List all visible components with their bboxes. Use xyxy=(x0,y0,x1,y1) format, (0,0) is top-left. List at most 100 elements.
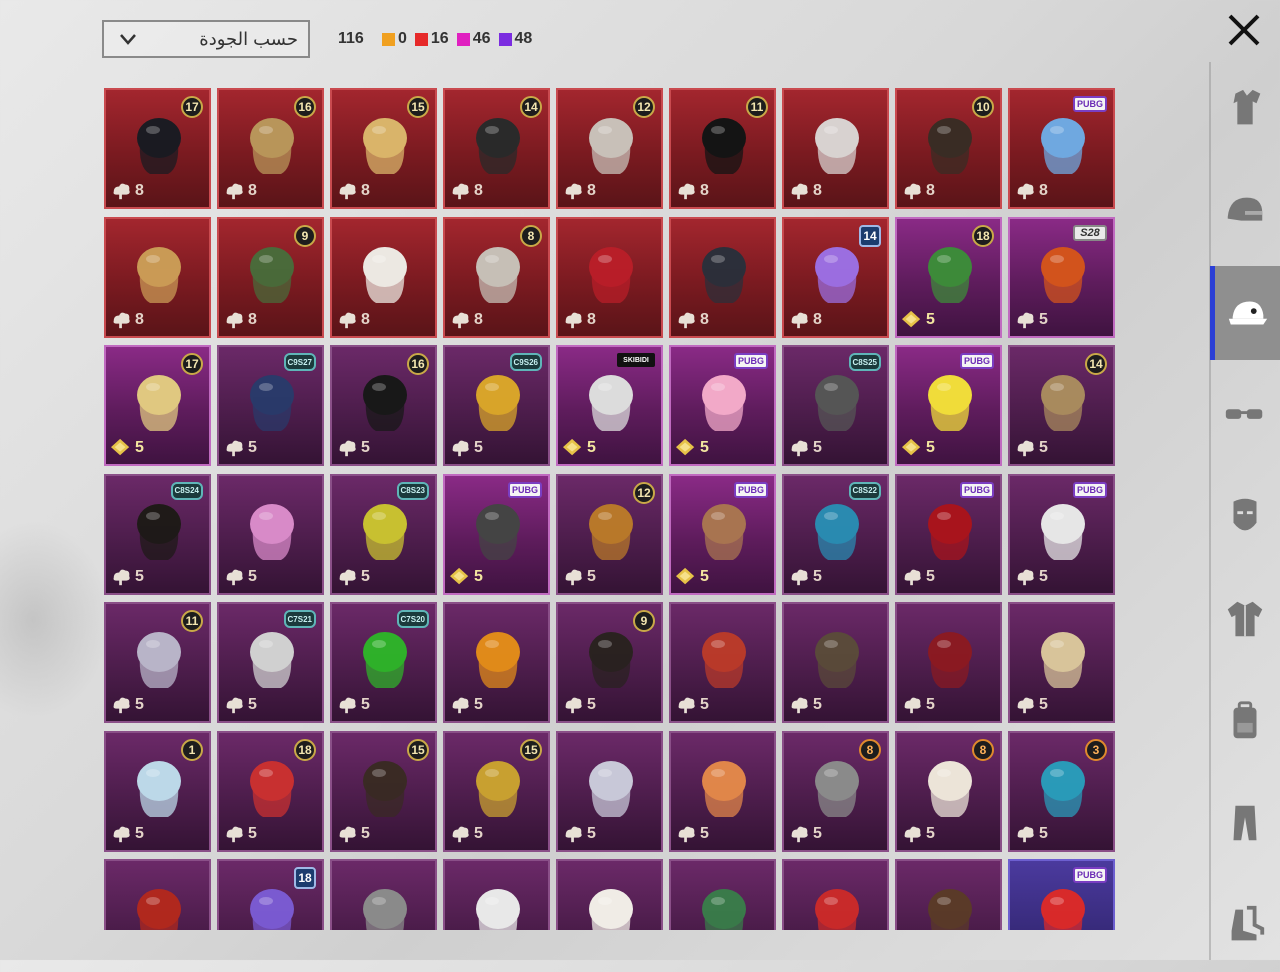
inventory-item[interactable]: 14 8 xyxy=(782,216,889,338)
inventory-item[interactable]: 5 xyxy=(782,602,889,723)
inventory-item[interactable] xyxy=(782,859,889,930)
item-cost: 5 xyxy=(788,824,822,844)
item-badge: PUBG xyxy=(1072,96,1107,112)
item-cost-value: 5 xyxy=(361,567,370,585)
item-cost-value: 5 xyxy=(587,567,596,585)
item-cost-value: 5 xyxy=(1039,310,1048,328)
inventory-item[interactable]: PUBG xyxy=(1008,859,1115,930)
inventory-item[interactable] xyxy=(104,859,211,930)
inventory-item[interactable]: 5 xyxy=(217,473,324,595)
item-thumbnail-icon xyxy=(476,503,520,560)
inventory-item[interactable]: 98 xyxy=(217,216,324,338)
inventory-item[interactable]: 12 8 xyxy=(556,88,663,209)
inventory-item[interactable]: PUBG 5 xyxy=(895,345,1002,466)
cloud-currency-icon xyxy=(1017,312,1034,328)
inventory-item[interactable] xyxy=(895,859,1002,930)
inventory-item[interactable] xyxy=(556,859,663,930)
helmet-tab[interactable] xyxy=(1210,164,1280,258)
item-thumbnail-icon xyxy=(815,375,859,431)
inventory-item[interactable]: PUBG 5 xyxy=(443,473,550,595)
inventory-item[interactable]: C8S24 5 xyxy=(104,473,211,595)
inventory-item[interactable]: PUBG 5 xyxy=(895,473,1002,595)
inventory-item[interactable]: PUBG 5 xyxy=(669,345,776,466)
inventory-item[interactable]: 17 5 xyxy=(104,345,211,466)
cloud-currency-icon xyxy=(339,312,356,328)
inventory-item[interactable]: 14 8 xyxy=(443,88,550,209)
inventory-item[interactable]: 16 5 xyxy=(330,345,437,466)
inventory-item[interactable]: C8S22 5 xyxy=(782,473,889,595)
inventory-item[interactable]: 8 xyxy=(330,216,437,338)
item-thumbnail-icon xyxy=(1041,118,1085,174)
inventory-item[interactable]: 88 xyxy=(443,216,550,338)
item-cost-value: 5 xyxy=(1039,567,1048,585)
inventory-item[interactable]: 15 xyxy=(104,730,211,852)
inventory-item[interactable] xyxy=(443,859,550,930)
item-thumbnail-icon xyxy=(815,889,859,930)
inventory-item[interactable]: 8 xyxy=(669,216,776,338)
quality-counter-value: 48 xyxy=(514,30,533,47)
inventory-item[interactable]: 10 8 xyxy=(895,88,1002,209)
inventory-item[interactable]: 8 xyxy=(104,216,211,338)
hat-tab[interactable] xyxy=(1210,266,1280,360)
inventory-item[interactable]: 5 xyxy=(443,602,550,723)
inventory-item[interactable]: S28 5 xyxy=(1008,216,1115,338)
item-thumbnail-icon xyxy=(1041,246,1085,303)
item-badge: 17 xyxy=(181,353,203,375)
inventory-item[interactable]: 11 5 xyxy=(104,602,211,723)
inventory-item[interactable]: SKIBIDI 5 xyxy=(556,345,663,466)
sort-dropdown[interactable]: حسب الجودة xyxy=(102,20,310,58)
inventory-item[interactable]: PUBG 8 xyxy=(1008,88,1115,209)
inventory-item[interactable]: 17 8 xyxy=(104,88,211,209)
inventory-item[interactable]: 5 xyxy=(669,602,776,723)
inventory-item[interactable]: 85 xyxy=(782,730,889,852)
outfit-tab[interactable] xyxy=(1210,62,1280,156)
inventory-item[interactable]: C9S27 5 xyxy=(217,345,324,466)
close-icon[interactable] xyxy=(1224,10,1264,50)
glasses-tab[interactable] xyxy=(1210,368,1280,462)
inventory-item[interactable]: 5 xyxy=(669,730,776,852)
item-thumbnail-icon xyxy=(137,246,181,303)
inventory-item[interactable]: 15 5 xyxy=(330,730,437,852)
inventory-item[interactable]: 11 8 xyxy=(669,88,776,209)
item-thumbnail-icon xyxy=(815,760,859,817)
inventory-item[interactable]: C7S20 5 xyxy=(330,602,437,723)
inventory-item[interactable]: PUBG 5 xyxy=(669,473,776,595)
shoes-tab[interactable] xyxy=(1210,878,1280,972)
gold-diamond-icon xyxy=(902,310,921,327)
inventory-item[interactable]: C9S26 5 xyxy=(443,345,550,466)
inventory-item[interactable]: 15 8 xyxy=(330,88,437,209)
item-badge: 9 xyxy=(294,224,316,247)
inventory-item[interactable]: 5 xyxy=(556,730,663,852)
cloud-currency-icon xyxy=(113,697,130,714)
inventory-item[interactable]: 15 5 xyxy=(443,730,550,852)
item-cost: 5 xyxy=(1014,567,1048,587)
item-badge: 8 xyxy=(859,738,881,761)
inventory-item[interactable] xyxy=(669,859,776,930)
inventory-item[interactable]: 12 5 xyxy=(556,473,663,595)
jacket-tab[interactable] xyxy=(1210,572,1280,666)
item-badge: 18 xyxy=(294,867,316,889)
inventory-item[interactable]: 18 5 xyxy=(895,216,1002,338)
mask-tab[interactable] xyxy=(1210,470,1280,564)
pants-tab[interactable] xyxy=(1210,776,1280,870)
item-badge: 18 xyxy=(294,738,316,761)
inventory-item[interactable]: 16 8 xyxy=(217,88,324,209)
inventory-item[interactable]: 95 xyxy=(556,602,663,723)
item-thumbnail-icon xyxy=(250,760,294,817)
inventory-item[interactable]: 8 xyxy=(556,216,663,338)
inventory-item[interactable]: 8 xyxy=(782,88,889,209)
backpack-tab[interactable] xyxy=(1210,674,1280,768)
inventory-item[interactable]: C8S25 5 xyxy=(782,345,889,466)
inventory-item[interactable]: 35 xyxy=(1008,730,1115,852)
inventory-item[interactable]: 18 5 xyxy=(217,730,324,852)
inventory-item[interactable]: 5 xyxy=(895,602,1002,723)
inventory-item[interactable]: 85 xyxy=(895,730,1002,852)
inventory-item[interactable]: C8S23 5 xyxy=(330,473,437,595)
inventory-item[interactable]: 5 xyxy=(1008,602,1115,723)
item-cost-value: 5 xyxy=(248,696,257,713)
inventory-item[interactable]: C7S21 5 xyxy=(217,602,324,723)
inventory-item[interactable] xyxy=(330,859,437,930)
inventory-item[interactable]: PUBG 5 xyxy=(1008,473,1115,595)
inventory-item[interactable]: 14 5 xyxy=(1008,345,1115,466)
inventory-item[interactable]: 18 xyxy=(217,859,324,930)
